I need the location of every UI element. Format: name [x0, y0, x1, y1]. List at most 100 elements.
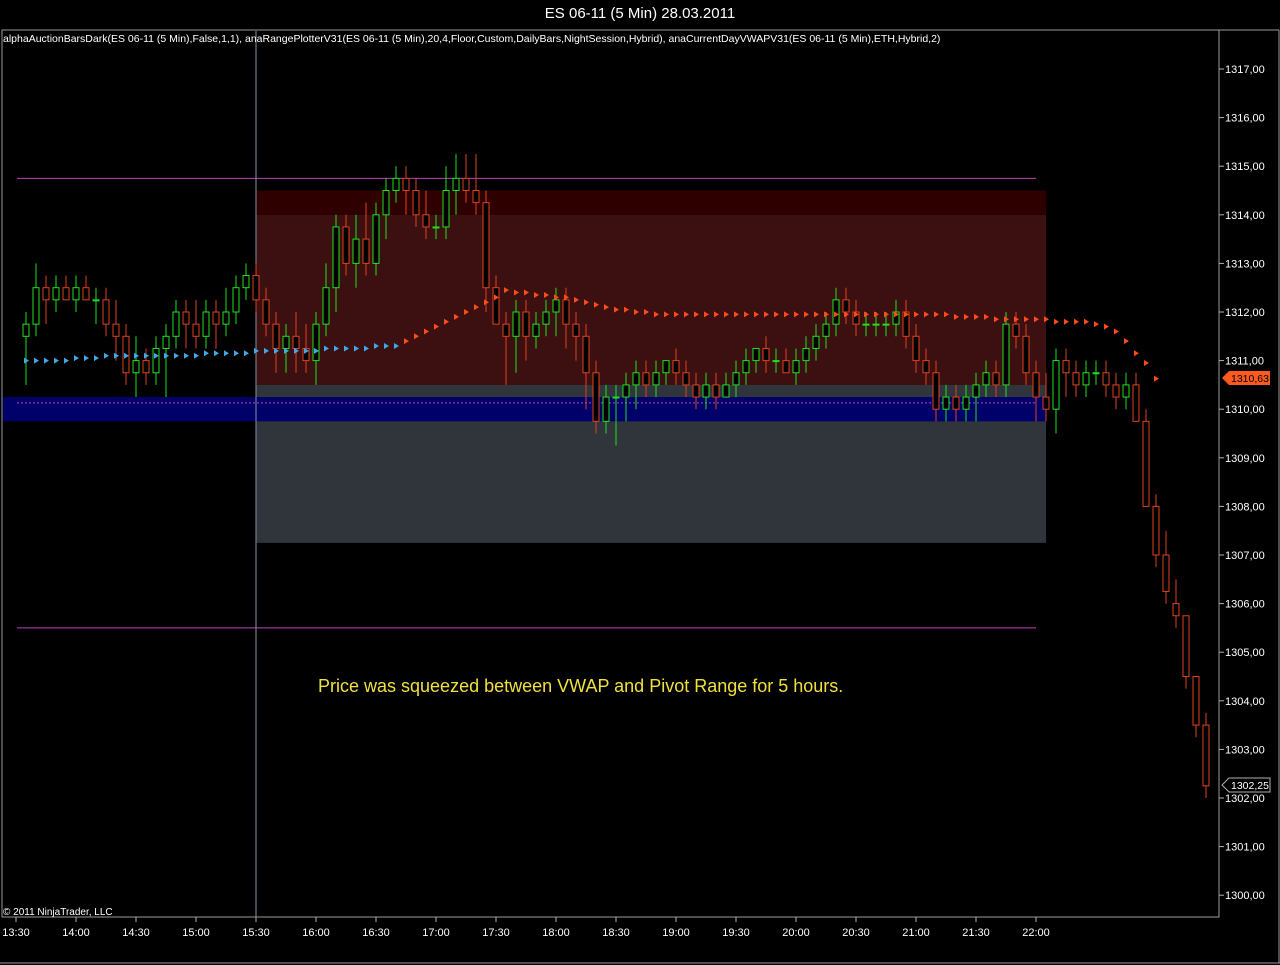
candle-body: [432, 226, 440, 229]
x-tick-label: 18:00: [542, 927, 570, 939]
candle-body: [872, 323, 880, 326]
chart-canvas[interactable]: 1300,00 1301,00 1302,00 1303,00 1304,00 1305,…: [0, 0, 1280, 965]
candle-body: [742, 360, 750, 374]
y-tick-label: 1310,00: [1225, 404, 1265, 416]
candle-body: [162, 335, 170, 349]
candle-body: [142, 360, 150, 374]
candle-body: [642, 372, 650, 386]
candle-body: [362, 238, 370, 264]
candle-body: [22, 323, 30, 337]
candle-body: [1182, 615, 1190, 677]
candle-body: [352, 238, 360, 264]
candle-body: [652, 372, 660, 386]
candle-body: [42, 287, 50, 301]
candle-body: [602, 396, 610, 422]
candle-body: [782, 360, 790, 374]
candle-body: [702, 384, 710, 398]
candle-body: [292, 335, 300, 349]
candle-body: [572, 323, 580, 337]
y-tick-label: 1313,00: [1225, 258, 1265, 270]
candle-body: [832, 299, 840, 325]
candle-body: [802, 347, 810, 362]
candle-body: [692, 384, 700, 398]
candle[interactable]: [1142, 409, 1150, 507]
y-tick-label: 1314,00: [1225, 210, 1265, 222]
candle-body: [542, 311, 550, 325]
candle-body: [422, 214, 430, 228]
candle-body: [342, 226, 350, 264]
candle-body: [972, 384, 980, 398]
y-tick-label: 1312,00: [1225, 307, 1265, 319]
candle-body: [1122, 384, 1130, 398]
price-marker-badge-label: 1302,25: [1231, 780, 1269, 792]
candle-body: [102, 299, 110, 325]
candle-body: [272, 323, 280, 349]
candle-body: [172, 311, 180, 337]
candle-body: [1142, 420, 1150, 507]
candle-body: [372, 214, 380, 264]
candle-body: [612, 396, 620, 399]
candle-body: [482, 202, 490, 289]
x-tick-label: 18:30: [602, 927, 630, 939]
candle-body: [332, 226, 340, 289]
candle-body: [1022, 335, 1030, 374]
y-tick-label: 1304,00: [1225, 696, 1265, 708]
pivot-range-band: [3, 397, 1046, 422]
candle-body: [932, 372, 940, 410]
candle-body: [772, 360, 780, 363]
candle-body: [1152, 505, 1160, 556]
candle-body: [952, 396, 960, 410]
candle-body: [592, 372, 600, 422]
candle-body: [262, 299, 270, 325]
x-tick-label: 16:00: [302, 927, 330, 939]
x-tick-label: 21:30: [962, 927, 990, 939]
candle-body: [632, 372, 640, 386]
candle[interactable]: [1002, 312, 1010, 398]
candle-body: [1012, 323, 1020, 337]
candle-body: [1132, 384, 1140, 422]
candle[interactable]: [1202, 712, 1210, 798]
x-tick-label: 17:00: [422, 927, 450, 939]
x-tick-label: 20:00: [782, 927, 810, 939]
candle-body: [232, 287, 240, 313]
candle-body: [392, 177, 400, 192]
candle-body: [32, 287, 40, 325]
candle-body: [982, 372, 990, 386]
candle-body: [1042, 396, 1050, 410]
candle-body: [1002, 323, 1010, 386]
x-tick-label: 19:00: [662, 927, 690, 939]
candle-body: [472, 190, 480, 204]
y-tick-label: 1303,00: [1225, 744, 1265, 756]
x-tick-label: 20:30: [842, 927, 870, 939]
candle-body: [222, 311, 230, 325]
candle-body: [842, 299, 850, 313]
candle-body: [402, 177, 410, 192]
y-tick-label: 1317,00: [1225, 64, 1265, 76]
x-tick-label: 22:00: [1022, 927, 1050, 939]
y-tick-label: 1308,00: [1225, 501, 1265, 513]
candle-body: [752, 347, 760, 362]
candle-body: [942, 396, 950, 410]
candle-body: [132, 360, 140, 374]
y-tick-label: 1306,00: [1225, 599, 1265, 611]
y-tick-label: 1311,00: [1225, 356, 1264, 368]
candle-body: [862, 323, 870, 326]
candle-body: [1112, 384, 1120, 398]
candle-body: [492, 287, 500, 325]
x-tick-label: 14:00: [62, 927, 90, 939]
candle-body: [722, 384, 730, 398]
candle-body: [1162, 554, 1170, 592]
candle-body: [662, 360, 670, 374]
x-tick-label: 13:30: [2, 927, 30, 939]
candle-body: [1192, 676, 1200, 726]
candle-body: [812, 335, 820, 349]
y-tick-label: 1309,00: [1225, 453, 1265, 465]
candle-body: [452, 177, 460, 192]
candle-body: [582, 335, 590, 374]
candle-body: [252, 275, 260, 301]
last-price-badge: 1310,63: [1222, 371, 1270, 385]
candle-body: [1202, 724, 1210, 787]
candle-body: [762, 347, 770, 362]
candle-body: [1062, 360, 1070, 374]
time-axis: 13:30 14:00 14:30 15:00 15:30 16:00 16:30 17:00…: [2, 917, 1050, 939]
